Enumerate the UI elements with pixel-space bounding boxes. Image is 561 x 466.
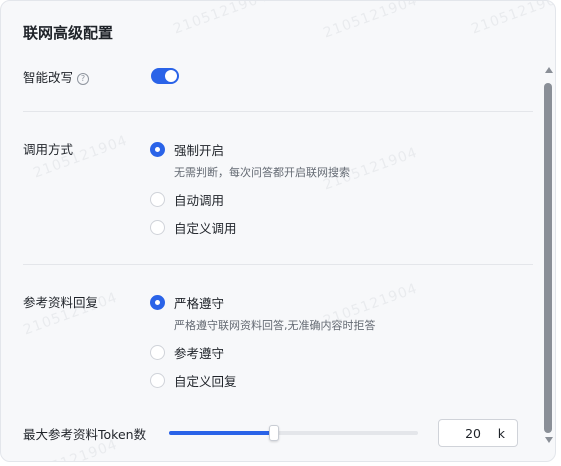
radio-checked-icon[interactable] <box>150 142 165 157</box>
max-tokens-value[interactable]: 20 <box>465 426 481 441</box>
reference-reply-option-reference[interactable]: 参考遵守 <box>150 343 224 362</box>
radio-unchecked-icon[interactable] <box>150 373 165 388</box>
scrollbar-thumb[interactable] <box>544 83 552 433</box>
radio-unchecked-icon[interactable] <box>150 345 165 360</box>
call-mode-option-label: 强制开启 <box>174 143 225 158</box>
radio-checked-icon[interactable] <box>150 295 165 310</box>
slider-handle[interactable] <box>268 425 279 441</box>
reference-reply-option-strict[interactable]: 严格遵守 <box>150 293 224 312</box>
call-mode-option-auto[interactable]: 自动调用 <box>150 190 224 209</box>
panel-title: 联网高级配置 <box>23 24 114 42</box>
scroll-up-icon[interactable] <box>545 67 553 73</box>
radio-unchecked-icon[interactable] <box>150 192 165 207</box>
reference-reply-option-label: 参考遵守 <box>174 346 225 361</box>
radio-unchecked-icon[interactable] <box>150 220 165 235</box>
reference-reply-option-custom[interactable]: 自定义回复 <box>150 371 237 390</box>
smart-rewrite-row: 智能改写? <box>23 67 90 86</box>
divider <box>23 111 533 112</box>
watermark: 2105121904 <box>469 0 556 38</box>
divider <box>23 264 533 265</box>
advanced-network-config-panel: 2105121904 2105121904 2105121904 2105121… <box>0 0 556 462</box>
reference-reply-option-label: 严格遵守 <box>174 296 225 311</box>
smart-rewrite-toggle[interactable] <box>151 68 179 84</box>
smart-rewrite-label: 智能改写 <box>23 70 74 85</box>
call-mode-option-label: 自动调用 <box>174 193 225 208</box>
max-tokens-input[interactable]: 20 k <box>438 419 518 447</box>
reference-reply-label: 参考资料回复 <box>23 295 99 310</box>
watermark: 2105121904 <box>321 0 420 42</box>
slider-fill <box>169 431 274 435</box>
max-tokens-unit: k <box>497 426 505 441</box>
watermark: 2105121904 <box>171 0 270 38</box>
help-icon[interactable]: ? <box>77 73 90 85</box>
max-tokens-slider[interactable] <box>169 425 418 441</box>
max-tokens-label: 最大参考资料Token数 <box>23 427 147 442</box>
scroll-down-icon[interactable] <box>545 437 553 443</box>
call-mode-option-custom[interactable]: 自定义调用 <box>150 218 237 237</box>
call-mode-option-description: 无需判断，每次问答都开启联网搜索 <box>174 166 350 179</box>
call-mode-option-forced[interactable]: 强制开启 <box>150 140 224 159</box>
reference-reply-option-description: 严格遵守联网资料回答,无准确内容时拒答 <box>174 319 376 332</box>
toggle-knob <box>165 70 177 82</box>
call-mode-option-label: 自定义调用 <box>174 221 237 236</box>
vertical-scrollbar[interactable] <box>542 63 554 447</box>
call-mode-label: 调用方式 <box>23 142 74 157</box>
reference-reply-option-label: 自定义回复 <box>174 374 237 389</box>
